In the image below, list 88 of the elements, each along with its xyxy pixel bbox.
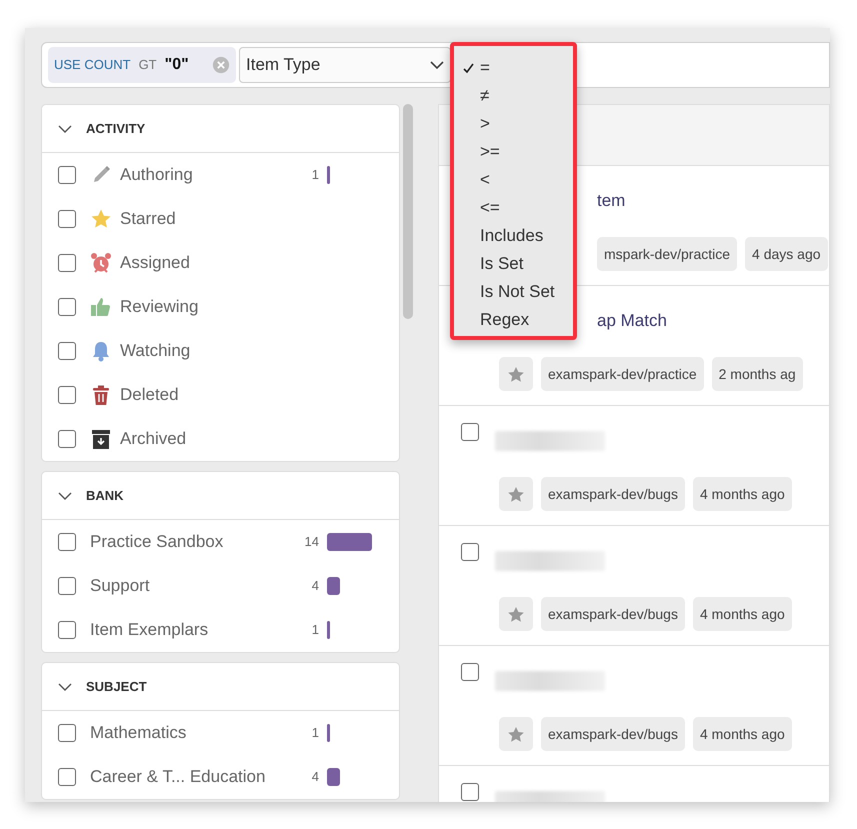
checkbox[interactable] <box>461 663 479 681</box>
repo-tag[interactable]: examspark-dev/practice <box>541 357 704 391</box>
star-icon <box>507 726 525 742</box>
filter-label[interactable]: Deleted <box>120 382 179 408</box>
star-button[interactable] <box>499 597 533 631</box>
chip-operator: GT <box>138 56 157 74</box>
checkbox[interactable] <box>58 430 76 448</box>
checkbox[interactable] <box>461 783 479 801</box>
checkbox[interactable] <box>58 254 76 272</box>
item-count: 1 <box>310 724 319 742</box>
scrollbar-thumb[interactable] <box>403 104 413 319</box>
filter-label[interactable]: Watching <box>120 338 190 364</box>
filter-label[interactable]: Reviewing <box>120 294 198 320</box>
star-icon <box>507 486 525 502</box>
date-tag: 2 months ag <box>712 357 803 391</box>
filter-label[interactable]: Career & T... Education <box>90 764 266 790</box>
date-tag: 4 months ago <box>692 597 792 631</box>
menu-option[interactable]: <= <box>454 194 573 222</box>
filter-label[interactable]: Mathematics <box>90 720 186 746</box>
star-button[interactable] <box>499 477 533 511</box>
chip-value: "0" <box>164 55 189 75</box>
star-button[interactable] <box>499 717 533 751</box>
count-bar <box>327 577 340 595</box>
checkbox[interactable] <box>58 210 76 228</box>
filter-chip[interactable]: USE COUNT GT "0" <box>48 47 236 83</box>
checkbox[interactable] <box>461 423 479 441</box>
item-count: 4 <box>310 577 319 596</box>
chevron-icon <box>430 61 444 69</box>
checkbox[interactable] <box>58 724 76 742</box>
checkbox[interactable] <box>58 298 76 316</box>
repo-tag[interactable]: mspark-dev/practice <box>597 237 738 271</box>
chevron-down-icon[interactable] <box>58 682 72 690</box>
filter-label[interactable]: Practice Sandbox <box>90 529 224 555</box>
menu-option[interactable]: = <box>454 54 573 82</box>
section-title: SUBJECT <box>86 678 147 696</box>
checkbox[interactable] <box>58 577 76 595</box>
item-count: 1 <box>310 166 319 184</box>
checkbox[interactable] <box>58 386 76 404</box>
item-count: 1 <box>310 621 319 640</box>
menu-option[interactable]: Regex <box>454 306 573 334</box>
filter-label[interactable]: Authoring <box>120 162 193 188</box>
item-count: 14 <box>304 533 319 552</box>
date-tag: 4 days ago <box>745 237 828 271</box>
menu-option[interactable]: Includes <box>454 222 573 250</box>
archive-box-icon <box>90 428 112 450</box>
repo-tag[interactable]: examspark-dev/bugs <box>541 717 685 751</box>
filter-label[interactable]: Assigned <box>120 250 190 276</box>
count-bar <box>327 724 330 742</box>
checkbox[interactable] <box>461 543 479 561</box>
section-title: ACTIVITY <box>86 120 146 138</box>
item-count: 4 <box>310 768 319 786</box>
date-tag: 4 months ago <box>692 717 792 751</box>
star-button[interactable] <box>499 357 533 391</box>
checkbox[interactable] <box>58 621 76 639</box>
bell-icon <box>90 340 112 362</box>
count-bar <box>327 621 330 639</box>
item-title-link[interactable]: ap Match <box>597 308 667 334</box>
menu-option[interactable]: > <box>454 110 573 138</box>
count-bar <box>327 768 340 786</box>
checkbox[interactable] <box>58 166 76 184</box>
star-icon <box>507 606 525 622</box>
filter-label[interactable]: Starred <box>120 206 176 232</box>
chevron-down-icon[interactable] <box>58 124 72 132</box>
trash-icon <box>90 384 112 406</box>
chevron-down-icon[interactable] <box>58 492 72 500</box>
menu-option[interactable]: >= <box>454 138 573 166</box>
filter-label[interactable]: Item Exemplars <box>90 617 208 643</box>
checkbox[interactable] <box>58 768 76 786</box>
menu-option[interactable]: < <box>454 166 573 194</box>
menu-option[interactable]: Is Set <box>454 250 573 278</box>
filter-label[interactable]: Archived <box>120 426 186 452</box>
checkbox[interactable] <box>58 533 76 551</box>
count-bar <box>327 166 330 184</box>
chip-field: USE COUNT <box>54 55 131 75</box>
star-icon <box>507 366 525 382</box>
filter-label[interactable]: Support <box>90 573 150 599</box>
alarm-clock-icon <box>90 252 112 274</box>
menu-option[interactable]: Is Not Set <box>454 278 573 306</box>
date-tag: 4 months ago <box>692 477 792 511</box>
item-type-select[interactable]: Item Type <box>239 47 451 83</box>
section-title: BANK <box>86 486 124 505</box>
item-title-link[interactable]: tem <box>597 188 626 214</box>
star-icon <box>90 208 112 230</box>
checkbox[interactable] <box>58 342 76 360</box>
repo-tag[interactable]: examspark-dev/bugs <box>541 597 685 631</box>
count-bar <box>327 533 372 551</box>
repo-tag[interactable]: examspark-dev/bugs <box>541 477 685 511</box>
thumbs-up-icon <box>90 296 112 318</box>
